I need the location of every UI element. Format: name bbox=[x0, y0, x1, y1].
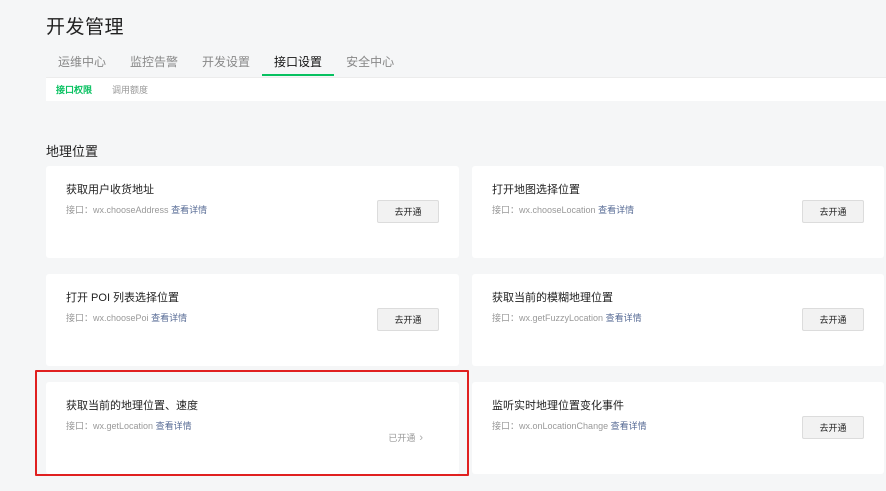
api-prefix: 接口： bbox=[66, 205, 94, 215]
view-details-link[interactable]: 查看详情 bbox=[598, 205, 634, 215]
enabled-status-label: 已开通 bbox=[388, 433, 416, 443]
top-tabs: 运维中心 监控告警 开发设置 接口设置 安全中心 bbox=[46, 52, 886, 76]
card-title: 监听实时地理位置变化事件 bbox=[492, 400, 624, 412]
card-title: 打开 POI 列表选择位置 bbox=[66, 292, 180, 304]
tab-dev-settings[interactable]: 开发设置 bbox=[190, 52, 262, 76]
enabled-status-link[interactable]: 已开通 › bbox=[388, 431, 423, 444]
api-card-choose-poi: 打开 POI 列表选择位置 接口：wx.choosePoi 查看详情 去开通 bbox=[46, 274, 459, 366]
tab-ops-center[interactable]: 运维中心 bbox=[46, 52, 118, 76]
tab-security-center[interactable]: 安全中心 bbox=[334, 52, 406, 76]
api-name: wx.getLocation bbox=[93, 421, 154, 431]
chevron-right-icon: › bbox=[419, 431, 423, 444]
view-details-link[interactable]: 查看详情 bbox=[151, 313, 187, 323]
enable-button[interactable]: 去开通 bbox=[802, 416, 864, 439]
card-desc: 接口：wx.choosePoi 查看详情 bbox=[66, 311, 187, 324]
card-desc: 接口：wx.onLocationChange 查看详情 bbox=[492, 419, 647, 432]
api-name: wx.onLocationChange bbox=[519, 421, 609, 431]
card-title: 获取当前的地理位置、速度 bbox=[66, 400, 198, 412]
view-details-link[interactable]: 查看详情 bbox=[171, 205, 207, 215]
enable-button[interactable]: 去开通 bbox=[377, 308, 439, 331]
enable-button[interactable]: 去开通 bbox=[802, 200, 864, 223]
api-card-on-location-change: 监听实时地理位置变化事件 接口：wx.onLocationChange 查看详情… bbox=[472, 382, 884, 474]
card-desc: 接口：wx.getFuzzyLocation 查看详情 bbox=[492, 311, 642, 324]
api-name: wx.chooseAddress bbox=[93, 205, 169, 215]
api-name: wx.chooseLocation bbox=[519, 205, 596, 215]
api-prefix: 接口： bbox=[492, 205, 520, 215]
card-desc: 接口：wx.chooseLocation 查看详情 bbox=[492, 203, 634, 216]
tab-monitoring-alerts[interactable]: 监控告警 bbox=[118, 52, 190, 76]
card-title: 打开地图选择位置 bbox=[492, 184, 580, 196]
api-prefix: 接口： bbox=[66, 313, 94, 323]
api-prefix: 接口： bbox=[492, 421, 520, 431]
sub-tabs: 接口权限 调用额度 bbox=[46, 77, 886, 101]
subtab-api-permissions[interactable]: 接口权限 bbox=[56, 83, 92, 96]
api-card-choose-address: 获取用户收货地址 接口：wx.chooseAddress 查看详情 去开通 bbox=[46, 166, 459, 258]
subtab-call-quota[interactable]: 调用额度 bbox=[112, 83, 148, 96]
tab-api-settings[interactable]: 接口设置 bbox=[262, 52, 335, 76]
card-title: 获取当前的模糊地理位置 bbox=[492, 292, 613, 304]
view-details-link[interactable]: 查看详情 bbox=[156, 421, 192, 431]
enable-button[interactable]: 去开通 bbox=[802, 308, 864, 331]
card-desc: 接口：wx.getLocation 查看详情 bbox=[66, 419, 192, 432]
api-card-get-fuzzy-location: 获取当前的模糊地理位置 接口：wx.getFuzzyLocation 查看详情 … bbox=[472, 274, 884, 366]
page-title: 开发管理 bbox=[46, 17, 125, 38]
card-desc: 接口：wx.chooseAddress 查看详情 bbox=[66, 203, 207, 216]
api-card-choose-location: 打开地图选择位置 接口：wx.chooseLocation 查看详情 去开通 bbox=[472, 166, 884, 258]
card-title: 获取用户收货地址 bbox=[66, 184, 154, 196]
view-details-link[interactable]: 查看详情 bbox=[611, 421, 647, 431]
api-prefix: 接口： bbox=[66, 421, 94, 431]
view-details-link[interactable]: 查看详情 bbox=[606, 313, 642, 323]
api-name: wx.choosePoi bbox=[93, 313, 149, 323]
api-card-get-location: 获取当前的地理位置、速度 接口：wx.getLocation 查看详情 已开通 … bbox=[46, 382, 459, 474]
enable-button[interactable]: 去开通 bbox=[377, 200, 439, 223]
api-name: wx.getFuzzyLocation bbox=[519, 313, 604, 323]
section-title: 地理位置 bbox=[46, 144, 99, 159]
api-prefix: 接口： bbox=[492, 313, 520, 323]
